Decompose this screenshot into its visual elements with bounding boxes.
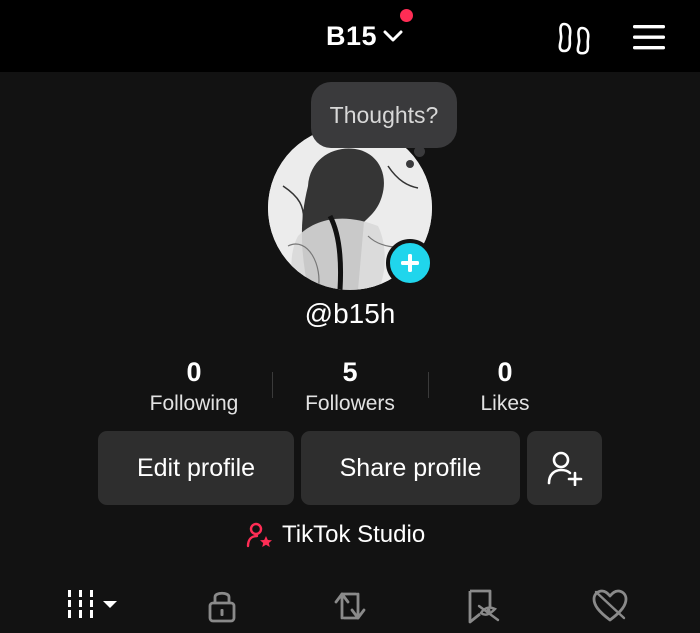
tab-favorites[interactable] xyxy=(462,586,502,626)
menu-icon[interactable] xyxy=(632,22,666,52)
following-label: Following xyxy=(149,392,239,415)
likes-count: 0 xyxy=(497,357,513,387)
edit-profile-button[interactable]: Edit profile xyxy=(98,431,294,505)
share-profile-label: Share profile xyxy=(339,453,482,482)
repost-icon xyxy=(334,592,366,620)
footprint-icon[interactable] xyxy=(555,20,593,56)
add-friend-icon xyxy=(547,451,582,486)
thought-bubble-tail xyxy=(414,146,425,157)
likes-label: Likes xyxy=(480,392,530,415)
creator-star-icon xyxy=(246,522,272,548)
tab-reposts[interactable] xyxy=(330,586,370,626)
edit-profile-label: Edit profile xyxy=(136,453,256,482)
tab-private[interactable] xyxy=(202,586,242,626)
add-avatar-button[interactable] xyxy=(386,239,434,287)
stat-likes[interactable]: 0 Likes xyxy=(435,355,575,419)
tab-liked[interactable] xyxy=(590,586,630,626)
top-bar: B15 xyxy=(0,0,700,72)
following-count: 0 xyxy=(186,357,202,387)
plus-icon xyxy=(401,254,419,272)
lock-icon xyxy=(208,591,236,623)
add-friend-button[interactable] xyxy=(527,431,602,505)
share-profile-button[interactable]: Share profile xyxy=(301,431,520,505)
account-switcher[interactable]: B15 xyxy=(326,18,403,54)
account-name: B15 xyxy=(326,20,378,51)
thought-bubble[interactable]: Thoughts? xyxy=(311,82,457,148)
notification-dot xyxy=(400,9,413,22)
favorites-icon xyxy=(468,589,500,624)
stat-divider xyxy=(272,372,273,398)
followers-count: 5 xyxy=(342,357,358,387)
thought-bubble-tail-small xyxy=(406,160,414,168)
tab-videos[interactable] xyxy=(66,586,122,626)
username: @b15h xyxy=(304,298,396,329)
stat-divider xyxy=(428,372,429,398)
chevron-down-icon xyxy=(383,30,403,42)
stat-following[interactable]: 0 Following xyxy=(124,355,264,419)
tiktok-studio-link[interactable]: TikTok Studio xyxy=(246,518,425,552)
followers-label: Followers xyxy=(305,392,395,415)
tiktok-studio-label: TikTok Studio xyxy=(282,521,426,548)
grid-icon xyxy=(68,590,117,618)
liked-icon xyxy=(592,589,628,622)
stat-followers[interactable]: 5 Followers xyxy=(280,355,420,419)
